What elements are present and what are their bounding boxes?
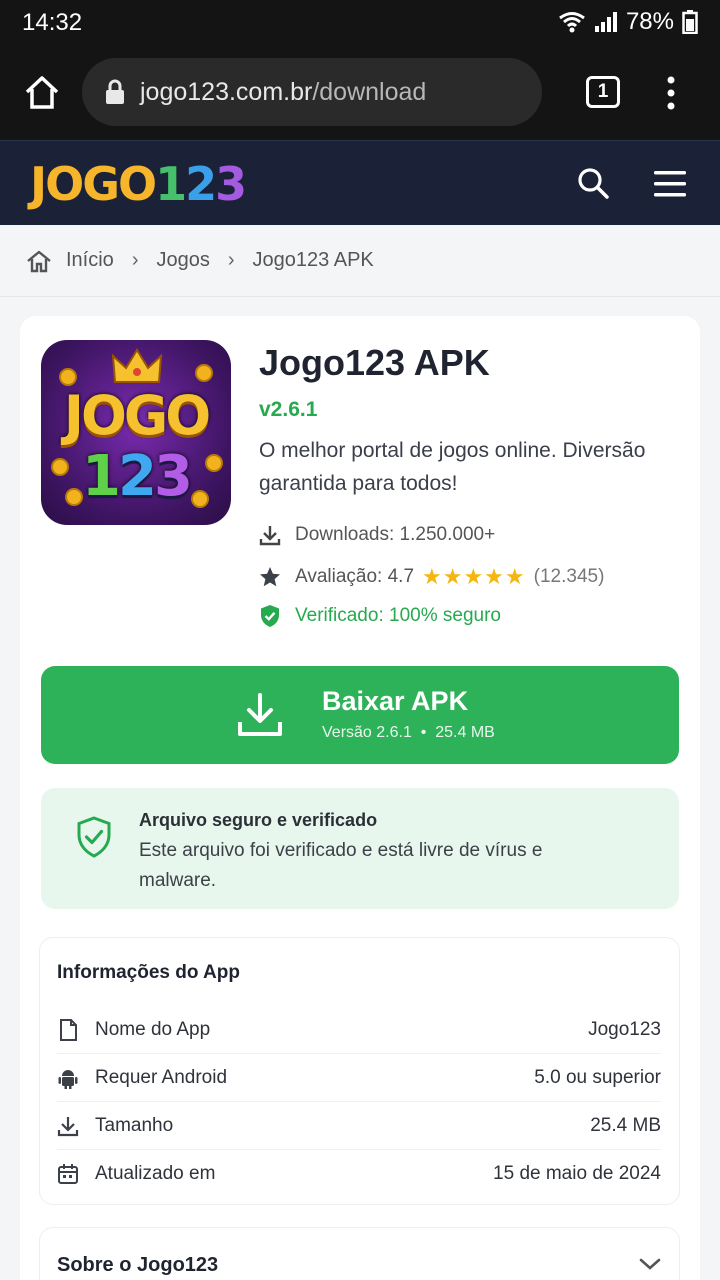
safe-notice-title: Arquivo seguro e verificado: [139, 810, 378, 830]
info-value: 5.0 ou superior: [534, 1066, 661, 1088]
download-icon: [238, 693, 282, 736]
info-label: Atualizado em: [95, 1163, 216, 1184]
battery-icon: [682, 10, 698, 34]
calendar-icon: [57, 1163, 79, 1185]
tab-switcher-button[interactable]: 1: [586, 76, 620, 108]
logo-digit: 2: [185, 157, 217, 211]
address-bar[interactable]: jogo123.com.br/download: [82, 58, 542, 126]
download-button-label: Baixar APK: [322, 686, 469, 716]
app-icon-digit: 3: [153, 444, 193, 509]
info-label: Tamanho: [95, 1114, 174, 1136]
app-icon-digit: 2: [118, 444, 157, 509]
downloads-text: Downloads: 1.250.000+: [295, 524, 496, 545]
site-header: JOGO123: [0, 140, 720, 225]
app-description: O melhor portal de jogos online. Diversã…: [259, 439, 646, 495]
info-row-updated: Atualizado em 15 de maio de 2024: [57, 1150, 661, 1198]
crown-icon: [111, 348, 163, 383]
info-label: Nome do App: [95, 1018, 211, 1040]
info-row-app-name: Nome do App Jogo123: [57, 1006, 661, 1054]
url-host: jogo123.com.br: [140, 77, 313, 106]
status-time: 14:32: [22, 9, 83, 36]
app-icon: JOGO 123: [41, 340, 231, 525]
shield-check-icon: [77, 816, 111, 858]
verified-meta: Verificado: 100% seguro: [259, 604, 501, 628]
hamburger-icon: [654, 171, 686, 197]
safe-notice-text: Este arquivo foi verificado e está livre…: [139, 840, 543, 891]
wifi-icon: [558, 11, 586, 33]
app-info-heading: Informações do App: [57, 962, 240, 983]
info-value: 25.4 MB: [590, 1114, 661, 1136]
breadcrumb-home[interactable]: Início: [66, 249, 114, 272]
chevron-right-icon: ›: [227, 249, 235, 271]
browser-home-button[interactable]: [22, 72, 62, 112]
url-path: /download: [312, 77, 427, 106]
status-bar: 14:32 78%: [0, 0, 720, 44]
url-text: jogo123.com.br/download: [140, 78, 426, 107]
downloads-meta: Downloads: 1.250.000+: [259, 524, 495, 546]
breadcrumb: Início › Jogos › Jogo123 APK: [0, 225, 720, 297]
verified-text: Verificado: 100% seguro: [295, 605, 501, 626]
app-title: Jogo123 APK: [259, 342, 490, 383]
download-apk-button[interactable]: Baixar APK Versão 2.6.1 • 25.4 MB: [41, 666, 679, 764]
safe-file-notice: Arquivo seguro e verificado Este arquivo…: [41, 788, 679, 909]
about-title: Sobre o Jogo123: [57, 1254, 219, 1276]
breadcrumb-current: Jogo123 APK: [252, 249, 374, 271]
download-icon: [57, 1115, 79, 1137]
rating-count: (12.345): [533, 566, 605, 587]
more-vertical-icon: [667, 76, 675, 110]
browser-menu-button[interactable]: [660, 74, 682, 112]
app-icon-digits: 123: [41, 444, 231, 509]
search-icon: [578, 168, 609, 199]
home-icon: [25, 76, 59, 109]
signal-icon: [594, 11, 618, 33]
chevron-right-icon: ›: [131, 249, 139, 271]
chevron-down-icon: [639, 1258, 661, 1270]
shield-check-icon: [261, 605, 279, 627]
home-icon[interactable]: [26, 249, 52, 273]
logo-digit: 3: [215, 157, 247, 211]
rating-stars: ★★★★★: [422, 564, 526, 589]
file-icon: [57, 1018, 79, 1041]
rating-meta: Avaliação: 4.7 ★★★★★ (12.345): [259, 564, 604, 590]
app-icon-text: JOGO: [63, 384, 211, 447]
star-icon: [260, 567, 280, 587]
app-info-card: Informações do App Nome do App Jogo123 R…: [39, 937, 680, 1205]
battery-level: 78%: [625, 8, 674, 35]
breadcrumb-games[interactable]: Jogos: [156, 249, 209, 272]
menu-button[interactable]: [652, 168, 688, 200]
logo-text: JOGO: [30, 157, 157, 211]
info-label: Requer Android: [95, 1066, 228, 1088]
site-logo[interactable]: JOGO123: [30, 157, 247, 211]
info-row-android: Requer Android 5.0 ou superior: [57, 1054, 661, 1102]
lock-icon: [106, 79, 124, 104]
logo-digit: 1: [155, 157, 187, 211]
info-row-size: Tamanho 25.4 MB: [57, 1102, 661, 1150]
coin-decoration: [195, 364, 213, 382]
download-button-subtitle: Versão 2.6.1 • 25.4 MB: [322, 724, 495, 741]
search-button[interactable]: [576, 166, 610, 200]
app-icon-digit: 1: [82, 444, 121, 509]
info-value: Jogo123: [588, 1018, 661, 1040]
about-section[interactable]: Sobre o Jogo123: [39, 1227, 680, 1280]
status-icons: 78%: [558, 8, 698, 36]
info-value: 15 de maio de 2024: [493, 1163, 661, 1184]
download-icon: [259, 526, 281, 546]
android-icon: [57, 1067, 79, 1089]
browser-toolbar: jogo123.com.br/download 1: [0, 44, 720, 140]
rating-label: Avaliação: 4.7: [295, 566, 415, 587]
app-card: JOGO 123 Jogo123 APK v2.6.1 O melhor por…: [20, 316, 700, 1280]
app-version: v2.6.1: [259, 398, 318, 421]
